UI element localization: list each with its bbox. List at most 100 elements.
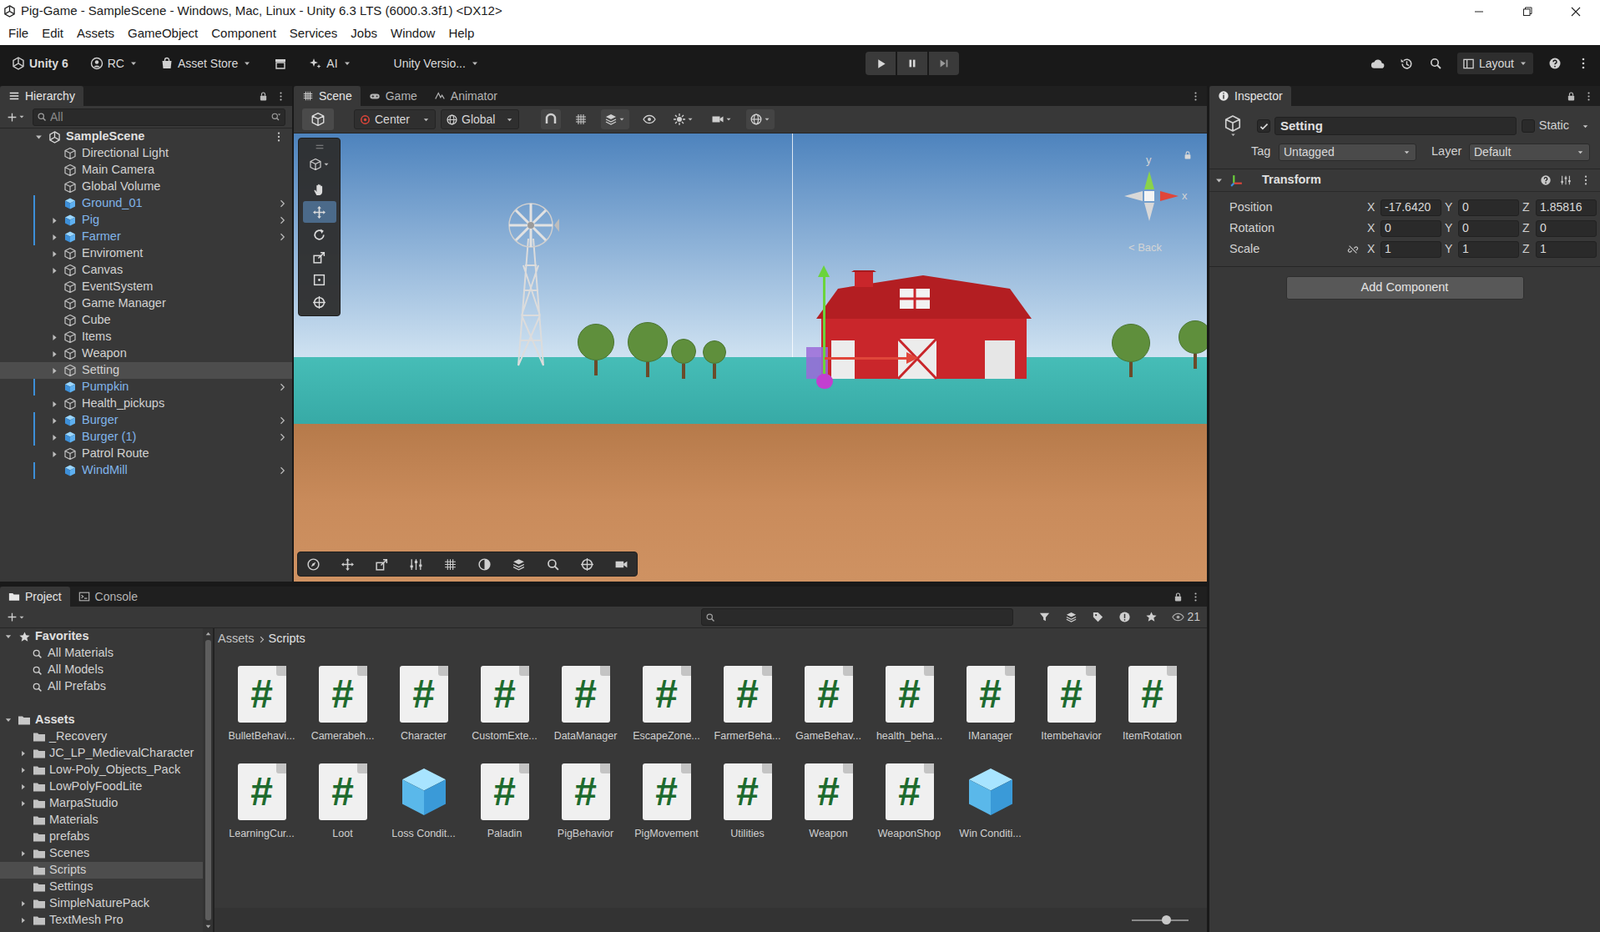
camera-button[interactable] bbox=[707, 109, 737, 130]
sliders-icon[interactable] bbox=[1559, 174, 1572, 187]
hierarchy-item[interactable]: Burger (1) bbox=[0, 429, 293, 446]
kebab-icon[interactable] bbox=[1583, 90, 1595, 102]
minimize-button[interactable] bbox=[1454, 0, 1504, 23]
create-asset-button[interactable] bbox=[6, 611, 26, 623]
assets-row[interactable]: Assets bbox=[0, 711, 203, 729]
ai-dropdown[interactable]: AI bbox=[303, 51, 357, 76]
asset-item[interactable]: #WeaponShop bbox=[868, 757, 950, 856]
view-mode-button[interactable] bbox=[302, 108, 334, 131]
view-tab[interactable]: Game bbox=[360, 85, 426, 106]
scene-row[interactable]: SampleScene bbox=[0, 128, 293, 146]
eye-button[interactable] bbox=[639, 109, 660, 130]
menu-item[interactable]: Help bbox=[441, 24, 481, 44]
asset-item[interactable]: #CustomExte... bbox=[464, 660, 546, 758]
number-field[interactable]: -17.6420 bbox=[1380, 199, 1442, 217]
kebab-icon[interactable] bbox=[1190, 591, 1202, 603]
hierarchy-item[interactable]: Setting bbox=[0, 362, 293, 379]
arrow-right-icon[interactable] bbox=[50, 333, 60, 343]
tool-button[interactable] bbox=[302, 201, 337, 223]
number-field[interactable]: 1.85816 bbox=[1535, 199, 1597, 217]
arrow-right-icon[interactable] bbox=[50, 416, 60, 426]
hierarchy-item[interactable]: Global Volume bbox=[0, 178, 293, 196]
globe-button[interactable] bbox=[746, 109, 775, 130]
name-field[interactable]: Setting bbox=[1274, 116, 1517, 136]
grid-button[interactable] bbox=[570, 109, 591, 130]
scale-icon[interactable] bbox=[374, 557, 389, 572]
search-options-icon[interactable] bbox=[270, 111, 282, 123]
inspector-tab[interactable]: Inspector bbox=[1209, 85, 1292, 106]
magnifier-icon[interactable] bbox=[545, 557, 561, 572]
asset-item[interactable]: #DataManager bbox=[545, 660, 626, 758]
hierarchy-item[interactable]: Weapon bbox=[0, 345, 293, 363]
chevron-right-icon[interactable] bbox=[277, 198, 288, 209]
tool-mode-button[interactable] bbox=[308, 153, 331, 176]
folder-item[interactable]: Materials bbox=[0, 812, 203, 829]
scene-viewport[interactable]: yx< Back bbox=[293, 133, 1207, 582]
chevron-right-icon[interactable] bbox=[277, 432, 288, 443]
cloud-icon[interactable] bbox=[1370, 56, 1385, 71]
pivot-dropdown[interactable]: Center bbox=[353, 109, 436, 130]
kebab-icon[interactable] bbox=[1190, 90, 1202, 102]
magnet-button[interactable] bbox=[540, 109, 561, 130]
menu-item[interactable]: Edit bbox=[35, 24, 71, 44]
folder-item[interactable]: Low-Poly_Objects_Pack bbox=[0, 762, 203, 779]
transform-header[interactable]: Transform bbox=[1209, 169, 1600, 192]
hierarchy-item[interactable]: Ground_01 bbox=[0, 195, 293, 212]
tool-button[interactable] bbox=[302, 268, 337, 291]
hierarchy-item[interactable]: Pumpkin bbox=[0, 378, 293, 396]
account-dropdown[interactable]: RC bbox=[85, 51, 144, 76]
space-dropdown[interactable]: Global bbox=[440, 109, 520, 130]
arrow-right-icon[interactable] bbox=[50, 449, 60, 460]
active-checkbox[interactable] bbox=[1256, 119, 1271, 133]
arrow-right-icon[interactable] bbox=[50, 216, 60, 226]
project-tab[interactable]: Project bbox=[0, 586, 71, 607]
arrow-right-icon[interactable] bbox=[50, 399, 60, 409]
tool-button[interactable] bbox=[302, 178, 337, 201]
scrollbar-thumb[interactable] bbox=[205, 640, 212, 921]
hierarchy-item[interactable]: Items bbox=[0, 328, 293, 346]
view-tab[interactable]: Animator bbox=[425, 85, 506, 106]
object-icon[interactable] bbox=[1219, 114, 1247, 139]
hierarchy-item[interactable]: Health_pickups bbox=[0, 395, 293, 413]
restore-button[interactable] bbox=[1503, 0, 1552, 23]
menu-item[interactable]: Assets bbox=[70, 24, 122, 44]
close-button[interactable] bbox=[1551, 0, 1600, 23]
asset-item[interactable]: #health_beha... bbox=[868, 660, 950, 758]
asset-item[interactable]: #Loot bbox=[302, 757, 384, 856]
package-button[interactable] bbox=[268, 51, 293, 76]
play-button[interactable] bbox=[865, 51, 896, 76]
tool-button[interactable] bbox=[302, 291, 337, 313]
add-component-button[interactable]: Add Component bbox=[1286, 276, 1525, 300]
hierarchy-item[interactable]: Burger bbox=[0, 412, 293, 430]
asset-item[interactable]: #GameBehav... bbox=[787, 660, 869, 758]
layers-icon[interactable] bbox=[1064, 610, 1078, 624]
breadcrumb-item[interactable]: Scripts bbox=[268, 630, 306, 649]
scrollbar[interactable] bbox=[202, 628, 213, 932]
favorite-item[interactable]: All Prefabs bbox=[0, 678, 203, 696]
folder-item[interactable]: SimpleNaturePack bbox=[0, 895, 203, 913]
chevron-right-icon[interactable] bbox=[277, 382, 288, 393]
arrow-right-icon[interactable] bbox=[19, 849, 28, 859]
hierarchy-item[interactable]: Directional Light bbox=[0, 145, 293, 162]
hierarchy-search[interactable] bbox=[50, 108, 268, 127]
hierarchy-item[interactable]: WindMill bbox=[0, 462, 293, 480]
hierarchy-item[interactable]: Game Manager bbox=[0, 295, 293, 313]
folder-item[interactable]: Scenes bbox=[0, 845, 203, 863]
asset-item[interactable]: #Utilities bbox=[706, 757, 788, 856]
zoom-slider[interactable] bbox=[1131, 919, 1189, 922]
menu-item[interactable]: File bbox=[1, 24, 36, 44]
number-field[interactable]: 0 bbox=[1535, 220, 1597, 238]
asset-item[interactable]: #Character bbox=[383, 660, 465, 758]
transform-icon[interactable] bbox=[580, 557, 595, 572]
asset-item[interactable]: #PigMovement bbox=[625, 757, 707, 856]
funnel-icon[interactable] bbox=[1038, 610, 1051, 624]
project-tab[interactable]: Console bbox=[70, 586, 147, 607]
asset-item[interactable]: Loss Condit... bbox=[383, 757, 465, 856]
menu-item[interactable]: Services bbox=[282, 24, 345, 44]
kebab-icon[interactable] bbox=[1576, 56, 1590, 71]
breadcrumb-item[interactable]: Assets bbox=[217, 630, 255, 649]
static-checkbox[interactable] bbox=[1521, 119, 1535, 133]
hierarchy-item[interactable]: Enviroment bbox=[0, 245, 293, 263]
arrow-right-icon[interactable] bbox=[19, 749, 28, 758]
arrow-right-icon[interactable] bbox=[19, 899, 28, 909]
